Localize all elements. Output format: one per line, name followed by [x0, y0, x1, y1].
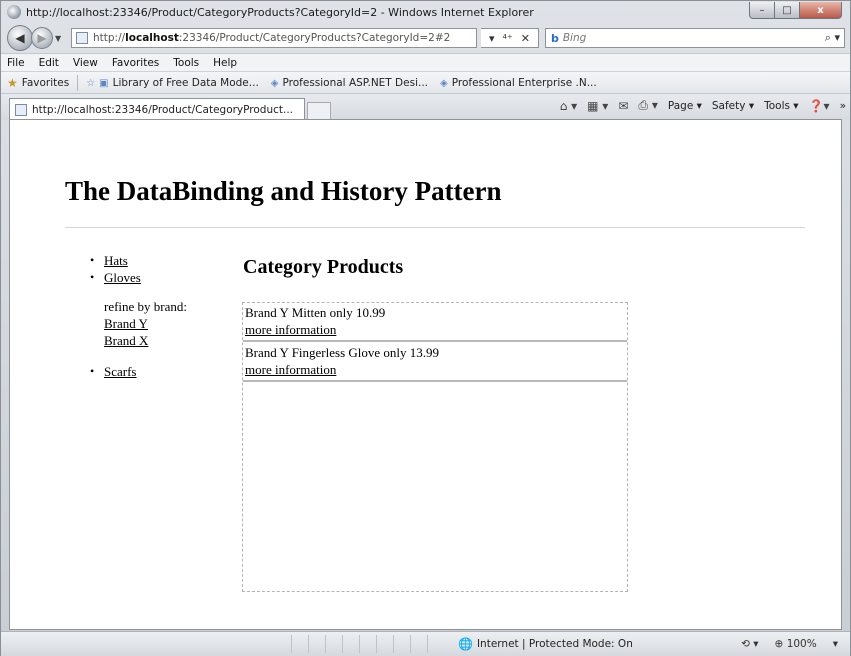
zone-text: Internet | Protected Mode: On	[476, 638, 633, 650]
help-icon[interactable]: ❓▾	[809, 99, 830, 113]
close-button[interactable]: x	[800, 2, 842, 19]
category-list-more: Scarfs	[90, 363, 230, 380]
brand-link-y[interactable]: Brand Y	[104, 315, 230, 332]
window-title: http://localhost:23346/Product/CategoryP…	[26, 5, 534, 19]
category-item-hats: Hats	[90, 252, 230, 269]
brand-link-x[interactable]: Brand X	[104, 332, 230, 349]
forward-button[interactable]: ▶	[31, 27, 53, 49]
web-slice-icon: ◈	[270, 77, 279, 89]
menu-file[interactable]: File	[7, 57, 25, 69]
favorites-star-icon[interactable]: ★	[7, 76, 18, 90]
bing-icon: b	[550, 31, 559, 45]
menu-view[interactable]: View	[73, 57, 98, 69]
status-pane	[308, 635, 325, 653]
stop-icon[interactable]: ✕	[521, 32, 530, 45]
more-commands-icon[interactable]: »	[840, 100, 846, 112]
product-description: Brand Y Mitten only 10.99	[245, 305, 386, 320]
category-link-gloves[interactable]: Gloves	[104, 270, 141, 285]
status-pane	[291, 635, 308, 653]
more-information-link[interactable]: more information	[245, 322, 336, 337]
more-information-link[interactable]: more information	[245, 362, 336, 377]
address-dropdown-icon[interactable]: ▾	[489, 32, 495, 45]
header-divider	[65, 227, 805, 228]
favorites-bar: ★ Favorites ☆ ▣ Library of Free Data Mode…	[1, 71, 850, 94]
menu-bar: File Edit View Favorites Tools Help	[1, 53, 850, 72]
mail-icon[interactable]: ✉	[618, 99, 628, 113]
search-placeholder: Bing	[562, 32, 587, 44]
status-pane	[359, 635, 376, 653]
status-pane	[325, 635, 342, 653]
menu-favorites[interactable]: Favorites	[112, 57, 159, 69]
tab-label: http://localhost:23346/Product/CategoryP…	[32, 103, 294, 116]
print-icon[interactable]: ⎙ ▾	[638, 98, 657, 113]
tab-row: http://localhost:23346/Product/CategoryP…	[1, 93, 850, 120]
category-sidebar: Hats Gloves refine by brand: Brand Y Bra…	[90, 252, 230, 380]
status-tools: ⟲ ▾ ⊕ 100% ▾	[725, 638, 838, 650]
status-pane	[427, 635, 444, 653]
tools-menu[interactable]: Tools ▾	[764, 100, 798, 112]
product-item: Brand Y Fingerless Glove only 13.99 more…	[243, 343, 627, 382]
category-list: Hats Gloves	[90, 252, 230, 286]
refine-label: refine by brand:	[104, 299, 188, 314]
zoom-dropdown-icon[interactable]: ▾	[833, 638, 838, 650]
add-favorite-icon[interactable]: ☆	[86, 78, 95, 89]
ie-logo-icon	[7, 5, 21, 19]
section-heading: Category Products	[243, 256, 404, 278]
page-icon	[76, 32, 88, 44]
page-title: The DataBinding and History Pattern	[65, 176, 502, 206]
status-pane	[376, 635, 393, 653]
address-url[interactable]: http://localhost:23346/Product/CategoryP…	[93, 32, 450, 44]
navigation-bar: ◀ ▶ ▼ http://localhost:23346/Product/Cat…	[1, 23, 850, 53]
new-tab-button[interactable]	[307, 102, 331, 120]
address-tools: ▾ ⁴⁺ ✕	[481, 28, 539, 48]
page-content: The DataBinding and History Pattern Hats…	[9, 119, 842, 630]
favorites-button[interactable]: Favorites	[22, 77, 69, 89]
product-list: Brand Y Mitten only 10.99 more informati…	[242, 302, 628, 592]
maximize-button[interactable]: □	[775, 2, 800, 19]
change-zone-icon[interactable]: ⟲ ▾	[741, 638, 758, 650]
globe-icon: 🌐	[458, 637, 473, 651]
menu-help[interactable]: Help	[213, 57, 237, 69]
page-menu[interactable]: Page ▾	[668, 100, 702, 112]
command-bar: ⌂ ▾ ▦ ▾ ✉ ⎙ ▾ Page ▾ Safety ▾ Tools ▾ ❓▾…	[550, 98, 846, 113]
title-bar: http://localhost:23346/Product/CategoryP…	[1, 1, 850, 23]
refresh-icon[interactable]: ⁴⁺	[503, 32, 513, 45]
brand-filter: refine by brand: Brand Y Brand X	[104, 298, 230, 349]
page-icon: ▣	[99, 77, 109, 89]
favorites-divider	[77, 75, 79, 91]
safety-menu[interactable]: Safety ▾	[712, 100, 754, 112]
home-icon[interactable]: ⌂ ▾	[560, 99, 577, 113]
status-panes	[291, 635, 444, 653]
menu-edit[interactable]: Edit	[39, 57, 59, 69]
product-description: Brand Y Fingerless Glove only 13.99	[245, 345, 440, 360]
security-zone[interactable]: 🌐 Internet | Protected Mode: On	[458, 637, 633, 651]
status-pane	[393, 635, 410, 653]
favorite-link-1[interactable]: ▣ Library of Free Data Mode...	[99, 77, 259, 89]
page-icon	[15, 103, 27, 116]
address-field[interactable]: http://localhost:23346/Product/CategoryP…	[71, 28, 477, 48]
tab-active[interactable]: http://localhost:23346/Product/CategoryP…	[9, 98, 305, 120]
favorite-link-3[interactable]: ◈ Professional Enterprise .N...	[440, 77, 597, 89]
status-pane	[410, 635, 427, 653]
category-item-gloves: Gloves	[90, 269, 230, 286]
web-slice-icon: ◈	[440, 77, 448, 89]
window-controls: – □ x	[749, 2, 842, 19]
search-icon[interactable]: ⌕ ▾	[825, 31, 840, 45]
status-bar: 🌐 Internet | Protected Mode: On ⟲ ▾ ⊕ 10…	[1, 631, 850, 656]
zoom-control[interactable]: ⊕ 100%	[775, 638, 817, 650]
status-pane	[342, 635, 359, 653]
minimize-button[interactable]: –	[749, 2, 775, 19]
category-link-hats[interactable]: Hats	[104, 253, 128, 268]
product-item: Brand Y Mitten only 10.99 more informati…	[243, 303, 627, 342]
search-input[interactable]: b Bing ⌕ ▾	[544, 28, 845, 48]
back-button[interactable]: ◀	[7, 25, 33, 51]
browser-window: http://localhost:23346/Product/CategoryP…	[0, 0, 851, 656]
menu-tools[interactable]: Tools	[173, 57, 199, 69]
feeds-icon[interactable]: ▦ ▾	[587, 99, 608, 113]
category-item-scarfs: Scarfs	[90, 363, 230, 380]
category-link-scarfs[interactable]: Scarfs	[104, 364, 137, 379]
favorite-link-2[interactable]: ◈ Professional ASP.NET Desi...	[271, 77, 428, 89]
recent-pages-dropdown[interactable]: ▼	[55, 34, 65, 43]
